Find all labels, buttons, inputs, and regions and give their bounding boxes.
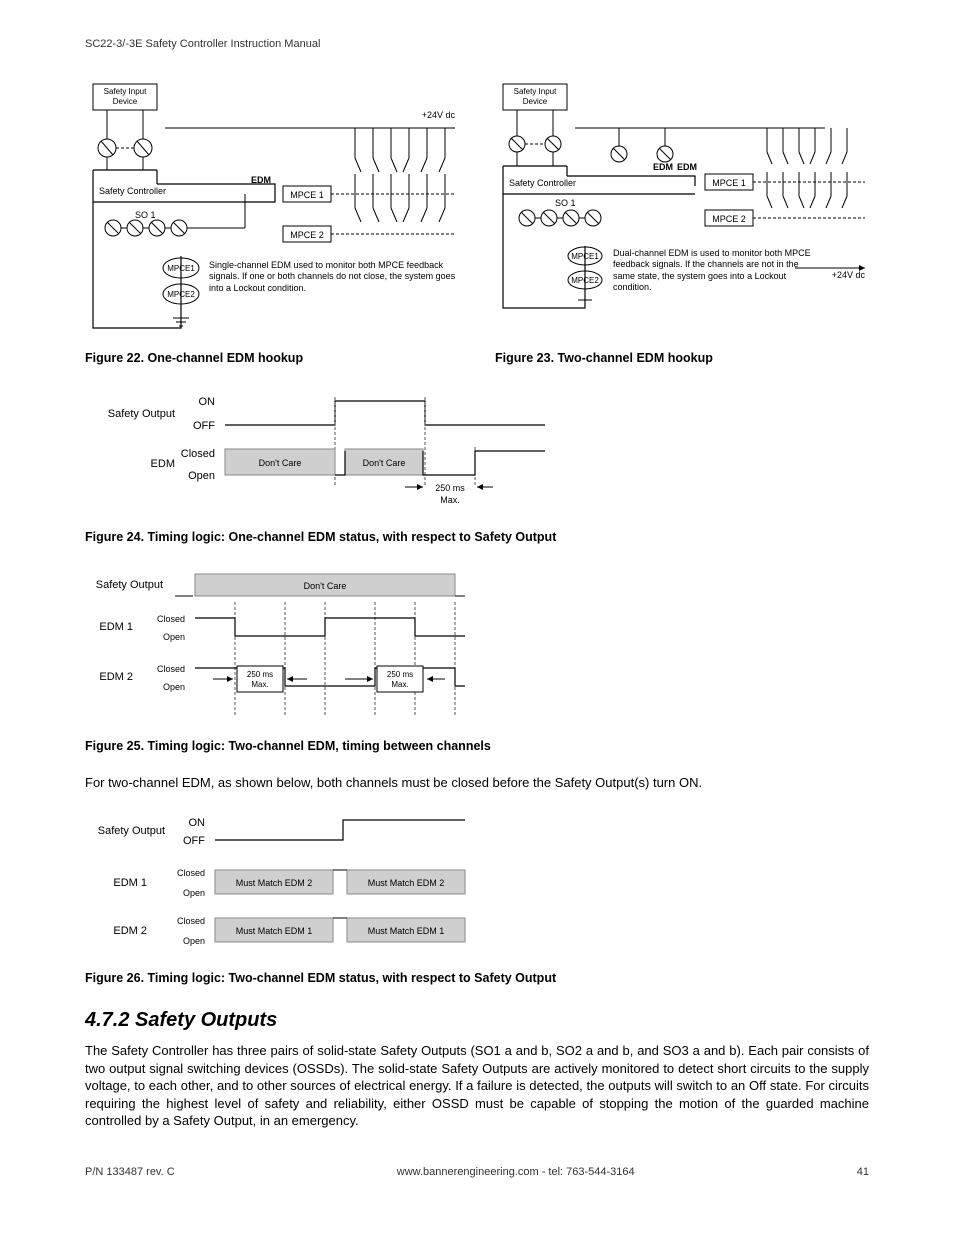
fig23-caption: Figure 23. Two-channel EDM hookup: [495, 351, 885, 365]
so1-label: SO 1: [135, 210, 156, 220]
open-label: Open: [188, 470, 215, 482]
mpce2-box: MPCE 2: [712, 214, 746, 224]
dontcare: Don't Care: [304, 581, 347, 591]
sid-label: Safety Input: [514, 87, 557, 96]
mpce1-coil: MPCE1: [571, 252, 599, 261]
off-label: OFF: [193, 420, 215, 432]
mm2a: Must Match EDM 2: [236, 878, 313, 888]
open2: Open: [183, 936, 205, 946]
mm1a: Must Match EDM 1: [236, 926, 313, 936]
t2a: 250 ms: [387, 670, 413, 679]
mpce1-box: MPCE 1: [712, 178, 746, 188]
footer-right: 41: [857, 1166, 869, 1178]
closed-label: Closed: [181, 448, 215, 460]
fig25-caption: Figure 25. Timing logic: Two-channel EDM…: [85, 739, 869, 753]
figure-22-diagram: Safety Input Device +24V dc EDM: [85, 78, 475, 338]
figure-24-diagram: Safety Output ON OFF EDM Closed Open Don…: [85, 387, 565, 517]
section-title: 4.7.2 Safety Outputs: [85, 1009, 869, 1032]
fig22-note: Single-channel EDM used to monitor both …: [209, 260, 459, 294]
dontcare2: Don't Care: [363, 458, 406, 468]
t2b: Max.: [391, 680, 408, 689]
so1-label: SO 1: [555, 198, 576, 208]
mpce2-box: MPCE 2: [290, 230, 324, 240]
sc-label: Safety Controller: [509, 178, 576, 188]
edm1-label: EDM 1: [99, 621, 133, 633]
mpce2-coil: MPCE2: [571, 276, 599, 285]
footer-left: P/N 133487 rev. C: [85, 1166, 175, 1178]
edm2-label: EDM 2: [99, 671, 133, 683]
closed2: Closed: [157, 664, 185, 674]
edm2-label: EDM: [677, 162, 697, 172]
edm-label: EDM: [151, 458, 175, 470]
open1: Open: [163, 632, 185, 642]
t250b: Max.: [440, 495, 460, 505]
on-label: ON: [199, 396, 216, 408]
t1a: 250 ms: [247, 670, 273, 679]
fig24-caption: Figure 24. Timing logic: One-channel EDM…: [85, 530, 869, 544]
figure-25-diagram: Safety Output Don't Care EDM 1 Closed Op…: [85, 566, 545, 726]
footer-center: www.bannerengineering.com - tel: 763-544…: [397, 1166, 635, 1178]
t1b: Max.: [251, 680, 268, 689]
mm1b: Must Match EDM 1: [368, 926, 445, 936]
t250a: 250 ms: [435, 483, 465, 493]
edm1-label: EDM: [653, 162, 673, 172]
closed2: Closed: [177, 916, 205, 926]
closed1: Closed: [177, 868, 205, 878]
fig22-caption: Figure 22. One-channel EDM hookup: [85, 351, 475, 365]
mpce1-box: MPCE 1: [290, 190, 324, 200]
page-header: SC22-3/-3E Safety Controller Instruction…: [85, 38, 869, 50]
closed1: Closed: [157, 614, 185, 624]
open1: Open: [183, 888, 205, 898]
sid-label: Safety Input: [104, 87, 147, 96]
so-label: Safety Output: [98, 825, 165, 837]
so-label: Safety Output: [96, 579, 163, 591]
on-label: ON: [189, 817, 206, 829]
sid-label2: Device: [113, 97, 138, 106]
fig26-intro: For two-channel EDM, as shown below, bot…: [85, 775, 869, 790]
off-label: OFF: [183, 835, 205, 847]
edm2-label: EDM 2: [113, 925, 147, 937]
dontcare1: Don't Care: [259, 458, 302, 468]
figure-23-diagram: Safety Input Device EDM EDM: [495, 78, 885, 338]
mm2b: Must Match EDM 2: [368, 878, 445, 888]
mpce1-coil: MPCE1: [167, 264, 195, 273]
plus24v-label: +24V dc: [422, 110, 456, 120]
open2: Open: [163, 682, 185, 692]
so-label: Safety Output: [108, 408, 175, 420]
fig23-note: Dual-channel EDM is used to monitor both…: [613, 248, 813, 293]
plus24v-label: +24V dc: [832, 270, 866, 280]
edm1-label: EDM 1: [113, 877, 147, 889]
mpce2-coil: MPCE2: [167, 290, 195, 299]
figure-26-diagram: Safety Output ON OFF EDM 1 Closed Open M…: [85, 808, 565, 958]
sid-label2: Device: [523, 97, 548, 106]
section-body: The Safety Controller has three pairs of…: [85, 1042, 869, 1130]
sc-label: Safety Controller: [99, 186, 166, 196]
fig26-caption: Figure 26. Timing logic: Two-channel EDM…: [85, 971, 869, 985]
